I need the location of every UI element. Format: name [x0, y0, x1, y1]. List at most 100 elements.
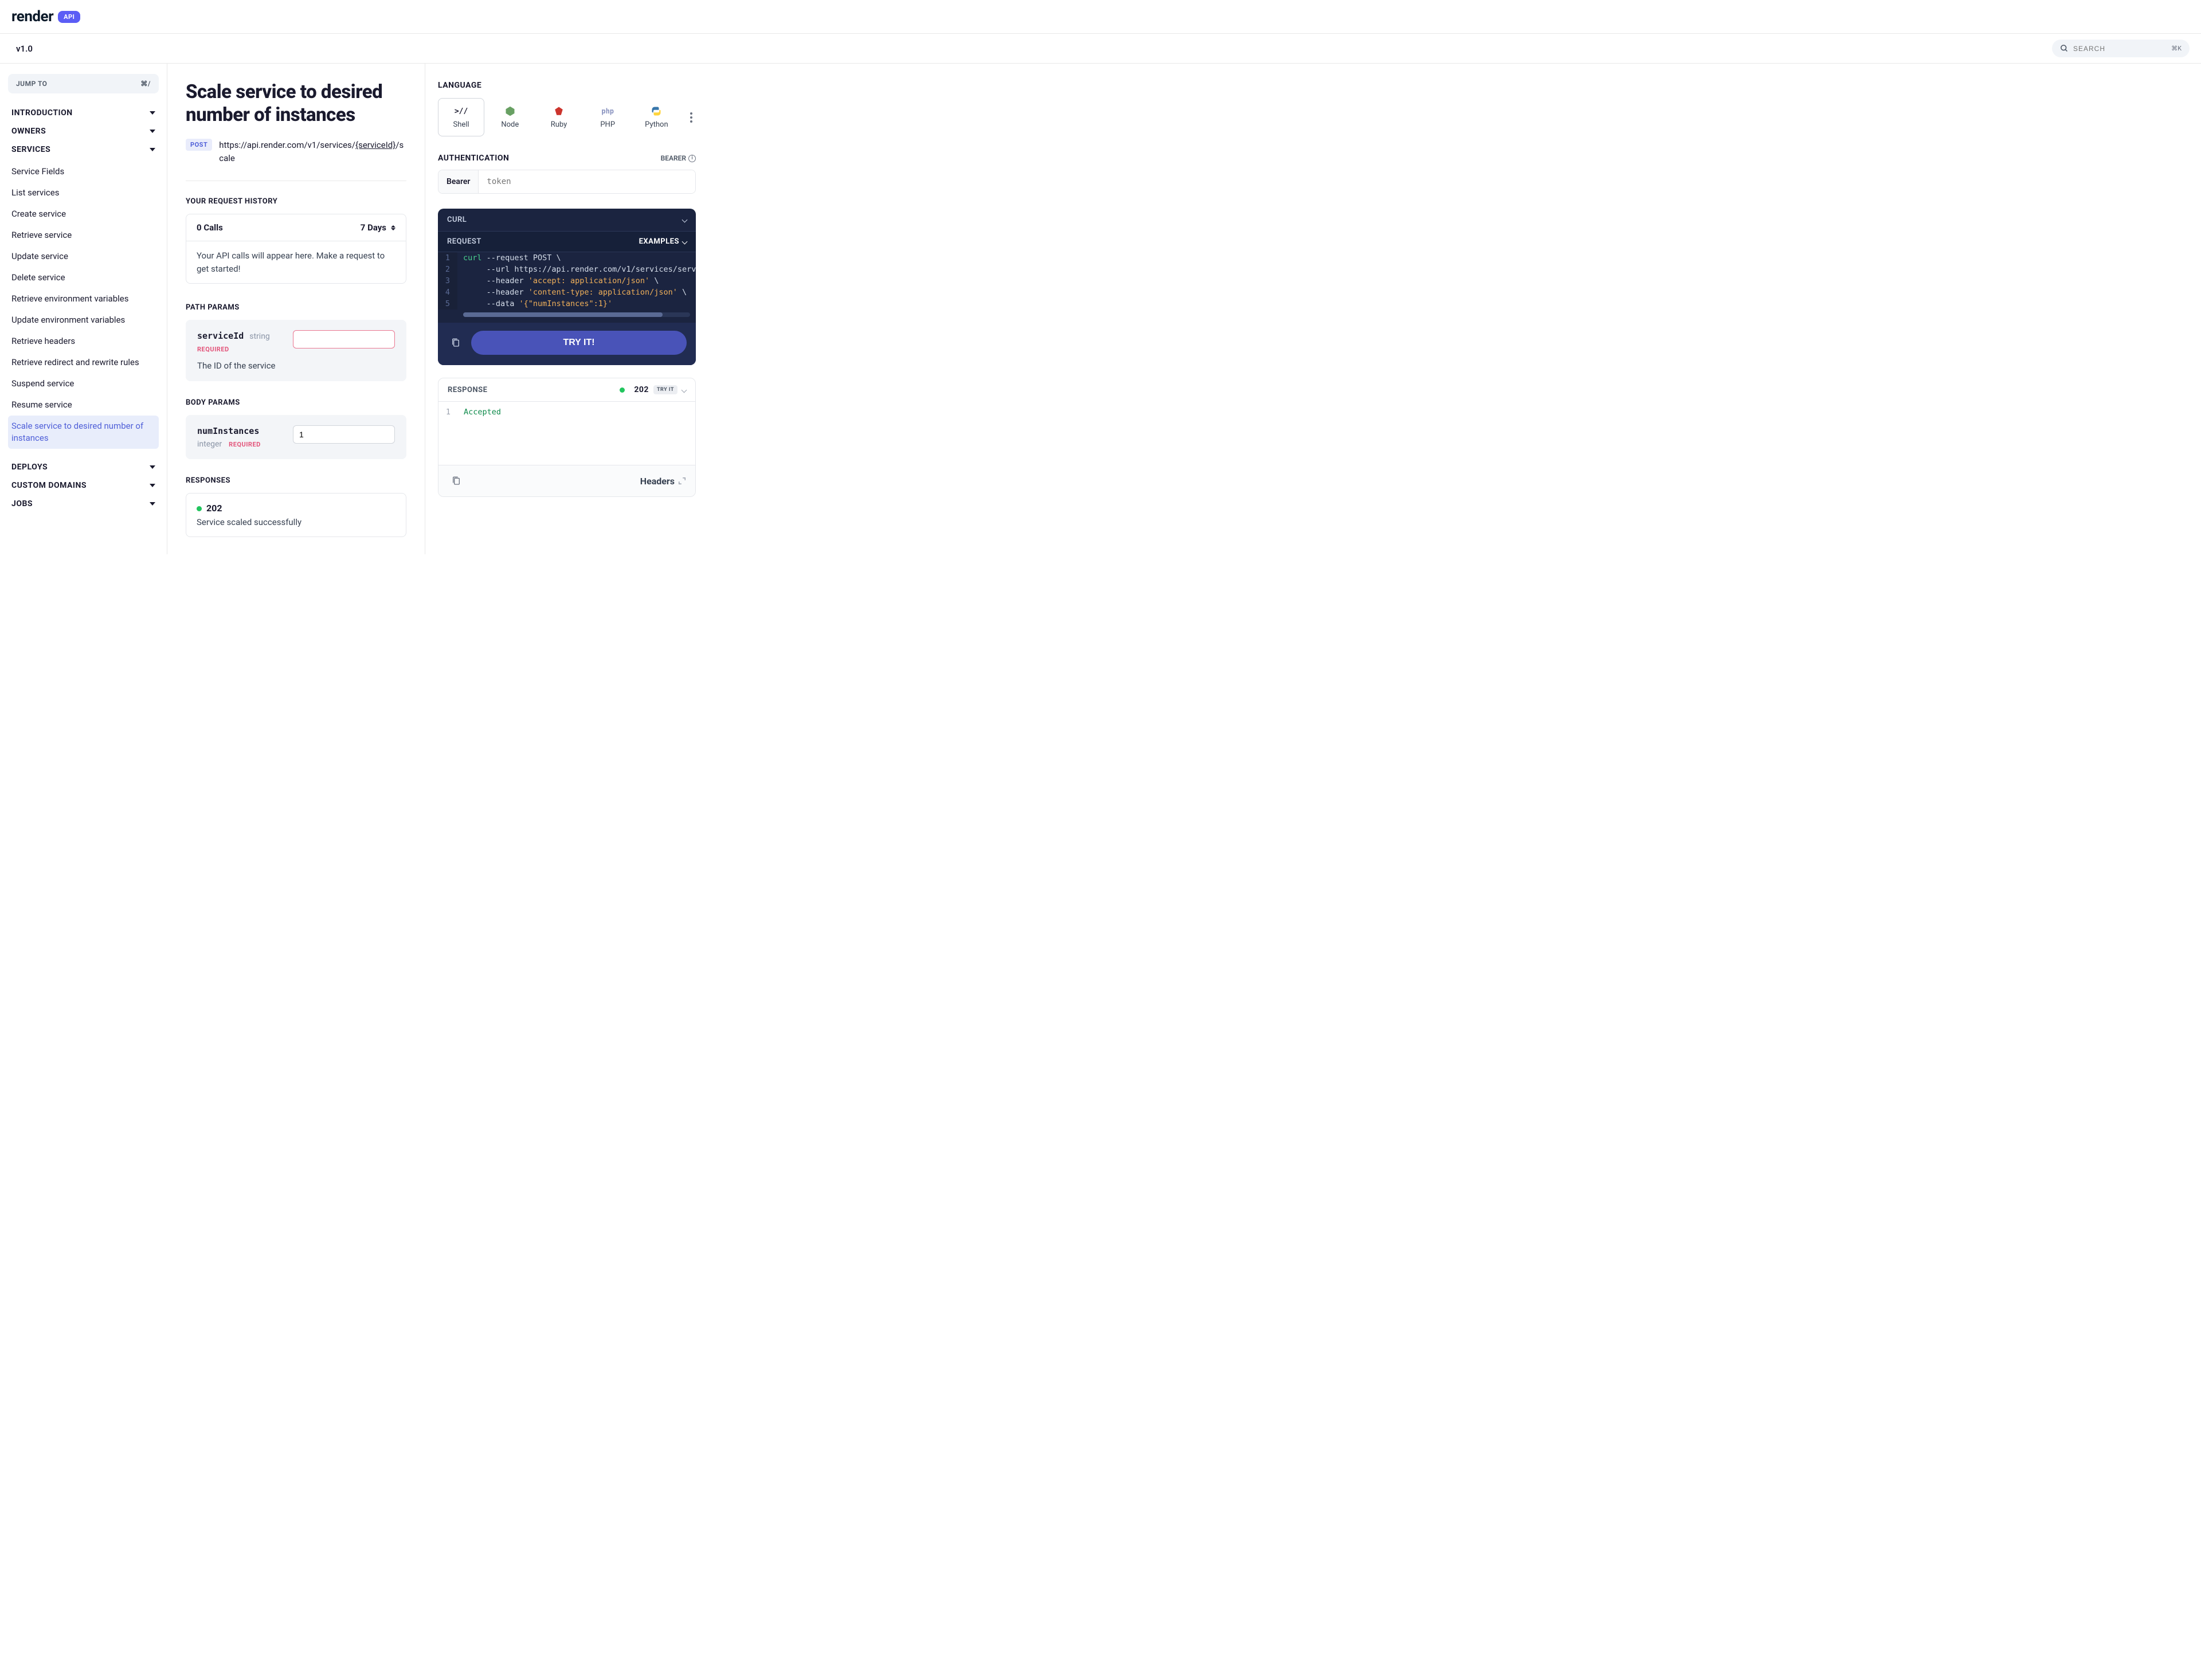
line-number: 1 [438, 252, 457, 264]
sidebar-item[interactable]: Service Fields [8, 161, 159, 182]
sidebar-item[interactable]: Retrieve service [8, 225, 159, 246]
sidebar-item[interactable]: Retrieve environment variables [8, 288, 159, 310]
api-badge: API [58, 11, 80, 23]
code-block[interactable]: 1curl --request POST \2 --url https://ap… [438, 252, 696, 310]
search-icon [2060, 44, 2069, 53]
caret-down-icon [150, 111, 155, 115]
numinstances-input[interactable] [293, 425, 395, 444]
caret-down-icon [150, 148, 155, 151]
examples-dropdown[interactable]: EXAMPLES [639, 237, 687, 246]
sidebar-item[interactable]: Update service [8, 246, 159, 267]
required-badge: REQUIRED [197, 346, 229, 353]
history-heading: YOUR REQUEST HISTORY [186, 197, 406, 206]
history-empty-text: Your API calls will appear here. Make a … [186, 241, 406, 283]
nav-section-custom-domains[interactable]: CUSTOM DOMAINS [8, 476, 159, 495]
copy-response-button[interactable] [448, 472, 465, 489]
body-params-heading: BODY PARAMS [186, 398, 406, 407]
language-tab-shell[interactable]: >//Shell [438, 98, 484, 136]
sub-header: v1.0 ⌘K [0, 34, 2201, 64]
headers-toggle[interactable]: Headers [640, 476, 686, 487]
python-icon [651, 105, 661, 117]
line-number: 4 [438, 287, 457, 298]
status-dot-icon [620, 387, 625, 393]
response-status-code: 202 [634, 385, 649, 394]
search-shortcut: ⌘K [2171, 45, 2182, 52]
status-dot-icon [197, 506, 202, 511]
jump-to-label: JUMP TO [16, 80, 47, 88]
sidebar-item[interactable]: Resume service [8, 394, 159, 416]
try-it-chip: TRY IT [653, 385, 677, 394]
sidebar-item[interactable]: Suspend service [8, 373, 159, 394]
nav-section-owners[interactable]: OWNERS [8, 122, 159, 140]
line-number: 1 [438, 402, 458, 422]
language-heading: LANGUAGE [438, 81, 696, 90]
console-client-selector[interactable]: CURL [438, 209, 696, 231]
api-version[interactable]: v1.0 [16, 44, 33, 54]
auth-prefix: Bearer [438, 170, 479, 193]
line-number: 2 [438, 264, 457, 275]
sidebar-item[interactable]: Retrieve headers [8, 331, 159, 352]
sidebar-item[interactable]: Delete service [8, 267, 159, 288]
sidebar-item[interactable]: Retrieve redirect and rewrite rules [8, 352, 159, 373]
nav-section-introduction[interactable]: INTRODUCTION [8, 104, 159, 122]
language-tab-php[interactable]: phpPHP [585, 98, 631, 136]
line-number: 5 [438, 298, 457, 310]
responses-heading: RESPONSES [186, 476, 406, 485]
body-param-numinstances: numInstances integer REQUIRED [186, 415, 406, 459]
sidebar: JUMP TO ⌘/ INTRODUCTIONOWNERSSERVICES Ser… [0, 64, 167, 554]
copy-button[interactable] [447, 334, 464, 351]
param-name: numInstances [197, 426, 259, 436]
jump-to-shortcut: ⌘/ [140, 80, 151, 88]
response-description: Service scaled successfully [197, 517, 395, 527]
sidebar-item[interactable]: Create service [8, 203, 159, 225]
nav-section-jobs[interactable]: JOBS [8, 495, 159, 513]
response-panel: RESPONSE 202 TRY IT 1 Accepted [438, 378, 696, 497]
search-input[interactable] [2073, 45, 2171, 53]
info-icon[interactable]: i [688, 155, 696, 162]
language-tab-ruby[interactable]: Ruby [535, 98, 582, 136]
nav-section-deploys[interactable]: DEPLOYS [8, 458, 159, 476]
language-tab-python[interactable]: Python [633, 98, 680, 136]
caret-down-icon [150, 502, 155, 506]
search-box[interactable]: ⌘K [2052, 40, 2190, 57]
jump-to-button[interactable]: JUMP TO ⌘/ [8, 74, 159, 93]
try-it-button[interactable]: TRY IT! [471, 331, 687, 355]
sidebar-item[interactable]: Update environment variables [8, 310, 159, 331]
range-stepper-icon [391, 225, 395, 230]
sidebar-item[interactable]: List services [8, 182, 159, 203]
nav-section-services[interactable]: SERVICES [8, 140, 159, 159]
param-name: serviceId [197, 331, 244, 341]
param-description: The ID of the service [197, 361, 395, 371]
request-console: CURL REQUEST EXAMPLES 1curl --request PO… [438, 209, 696, 365]
language-tab-node[interactable]: Node [487, 98, 533, 136]
caret-down-icon [150, 484, 155, 487]
chevron-down-icon [682, 239, 688, 245]
php-icon: php [601, 105, 614, 117]
page-title: Scale service to desired number of insta… [186, 81, 406, 126]
more-languages-button[interactable] [687, 112, 696, 123]
param-type: string [249, 332, 270, 341]
auth-token-input[interactable] [479, 170, 695, 193]
history-box: 0 Calls 7 Days Your API calls will appea… [186, 214, 406, 284]
history-range-selector[interactable]: 7 Days [361, 222, 395, 233]
node-icon [505, 105, 515, 117]
chevron-down-icon [682, 217, 688, 223]
path-param-serviceid: serviceId string REQUIRED The ID of the … [186, 320, 406, 381]
clipboard-icon [451, 338, 460, 348]
auth-scheme-label: BEARERi [661, 154, 696, 162]
history-calls: 0 Calls [197, 222, 223, 233]
caret-down-icon [150, 130, 155, 133]
sidebar-item[interactable]: Scale service to desired number of insta… [8, 416, 159, 449]
param-type: integer [197, 440, 222, 449]
clipboard-icon [452, 476, 461, 486]
response-heading: RESPONSE [448, 386, 487, 394]
path-params-heading: PATH PARAMS [186, 303, 406, 312]
http-method-badge: POST [186, 139, 212, 151]
response-status-selector[interactable]: 202 TRY IT [620, 385, 686, 394]
brand-logo: render [11, 8, 53, 25]
serviceid-input[interactable] [293, 330, 395, 348]
line-number: 3 [438, 275, 457, 287]
horizontal-scrollbar[interactable] [463, 312, 690, 317]
endpoint: POST https://api.render.com/v1/services/… [186, 139, 406, 181]
response-item[interactable]: 202 Service scaled successfully [186, 493, 406, 537]
